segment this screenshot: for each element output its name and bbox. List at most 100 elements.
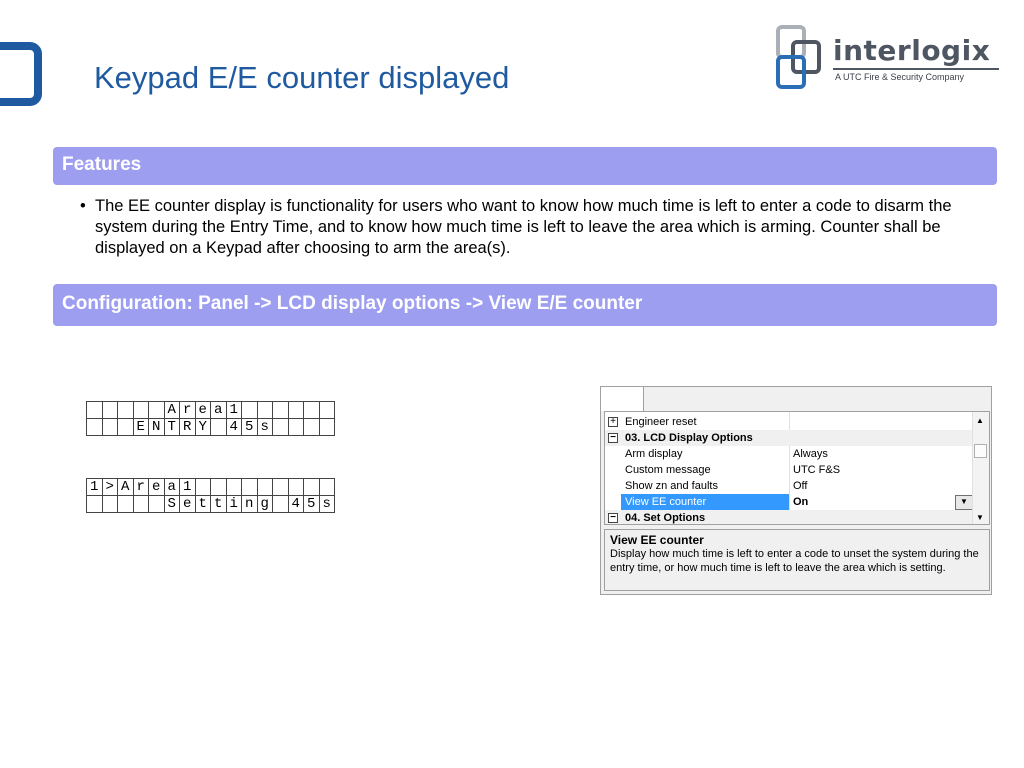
- lcd-cell: a: [210, 401, 227, 419]
- category-name: 04. Set Options: [625, 512, 706, 524]
- lcd-cell: [272, 495, 289, 513]
- lcd-row: 1 > Ar e a 1: [86, 478, 335, 496]
- chevron-down-icon[interactable]: ▼: [955, 495, 973, 510]
- lcd-cell: [194, 478, 211, 496]
- property-value[interactable]: UTC F&S: [793, 462, 840, 478]
- interlocking-squares-logo-icon: [776, 25, 821, 89]
- lcd-cell: >: [101, 478, 118, 496]
- vertical-scrollbar[interactable]: ▲ ▼: [972, 412, 989, 524]
- configuration-header: Configuration: Panel -> LCD display opti…: [53, 284, 997, 326]
- property-name: View EE counter: [621, 494, 789, 510]
- lcd-cell: e: [179, 495, 196, 513]
- property-row-custom-message[interactable]: Custom message UTC F&S: [605, 462, 975, 478]
- lcd-cell: [148, 401, 165, 419]
- lcd-cell: [86, 418, 103, 436]
- lcd-cell: T: [163, 418, 180, 436]
- property-row-engineer-reset[interactable]: + Engineer reset: [605, 414, 975, 430]
- property-category-set-options[interactable]: − 04. Set Options: [605, 510, 975, 524]
- lcd-cell: [117, 495, 134, 513]
- logo-tagline: A UTC Fire & Security Company: [835, 72, 965, 82]
- lcd-cell: [256, 478, 273, 496]
- features-header: Features: [53, 147, 997, 185]
- plus-box-icon[interactable]: +: [608, 417, 618, 427]
- lcd-cell: A: [117, 478, 134, 496]
- lcd-row: Area1: [86, 401, 335, 419]
- property-name: Show zn and faults: [625, 480, 718, 492]
- lcd-cell: s: [256, 418, 273, 436]
- logo-divider: [833, 68, 999, 70]
- lcd-cell: [101, 401, 118, 419]
- lcd-cell: [256, 401, 273, 419]
- lcd-cell: t: [210, 495, 227, 513]
- lcd-cell: [272, 418, 289, 436]
- lcd-cell: r: [179, 401, 196, 419]
- keypad-lcd-entry: Area1 ENTRY45s: [86, 401, 335, 436]
- property-grid: + Engineer reset − 03. LCD Display Optio…: [604, 411, 990, 525]
- property-row-arm-display[interactable]: Arm display Always: [605, 446, 975, 462]
- minus-box-icon[interactable]: −: [608, 433, 618, 443]
- property-value[interactable]: Always: [793, 446, 828, 462]
- lcd-cell: [132, 401, 149, 419]
- lcd-cell: [287, 478, 304, 496]
- lcd-cell: e: [194, 401, 211, 419]
- lcd-cell: [241, 478, 258, 496]
- lcd-cell: 5: [241, 418, 258, 436]
- lcd-cell: [303, 401, 320, 419]
- scrollbar-thumb[interactable]: [974, 444, 987, 458]
- property-grid-tab[interactable]: [600, 386, 644, 411]
- arrow-up-icon[interactable]: ▲: [976, 416, 984, 425]
- lcd-cell: E: [132, 418, 149, 436]
- property-name: Arm display: [625, 448, 683, 460]
- property-value-dropdown[interactable]: On: [793, 494, 808, 510]
- property-row-show-zn-and-faults[interactable]: Show zn and faults Off: [605, 478, 975, 494]
- lcd-cell: [303, 478, 320, 496]
- company-logo: interlogix A UTC Fire & Security Company: [775, 24, 1003, 92]
- slide-title: Keypad E/E counter displayed: [94, 60, 510, 95]
- lcd-cell: [287, 418, 304, 436]
- lcd-cell: 4: [225, 418, 242, 436]
- lcd-cell: 5: [303, 495, 320, 513]
- property-category-lcd-display-options[interactable]: − 03. LCD Display Options: [605, 430, 975, 446]
- logo-name: interlogix: [833, 34, 991, 67]
- lcd-cell: S: [163, 495, 180, 513]
- lcd-cell: g: [256, 495, 273, 513]
- lcd-cell: 1: [225, 401, 242, 419]
- property-value[interactable]: Off: [793, 478, 807, 494]
- help-text: Display how much time is left to enter a…: [610, 548, 979, 574]
- lcd-cell: [101, 495, 118, 513]
- lcd-cell: [117, 401, 134, 419]
- lcd-cell: 1: [179, 478, 196, 496]
- minus-box-icon[interactable]: −: [608, 513, 618, 523]
- property-row-view-ee-counter[interactable]: View EE counter On ▼: [605, 494, 975, 510]
- lcd-cell: [86, 401, 103, 419]
- lcd-cell: a: [163, 478, 180, 496]
- lcd-cell: R: [179, 418, 196, 436]
- features-bullet: • The EE counter display is functionalit…: [80, 196, 995, 259]
- lcd-cell: 1: [86, 478, 103, 496]
- lcd-cell: [117, 418, 134, 436]
- property-help-box: View EE counter Display how much time is…: [604, 529, 990, 591]
- lcd-cell: [225, 478, 242, 496]
- features-bullet-text: The EE counter display is functionality …: [95, 197, 952, 257]
- keypad-lcd-setting: 1 > Ar e a 1 Setting45s: [86, 478, 335, 513]
- property-grid-panel: + Engineer reset − 03. LCD Display Optio…: [600, 386, 992, 595]
- lcd-cell: [318, 478, 335, 496]
- lcd-cell: i: [225, 495, 242, 513]
- lcd-cell: 4: [287, 495, 304, 513]
- lcd-cell: t: [194, 495, 211, 513]
- lcd-cell: N: [148, 418, 165, 436]
- lcd-cell: A: [163, 401, 180, 419]
- lcd-cell: [148, 495, 165, 513]
- lcd-cell: [132, 495, 149, 513]
- lcd-cell: [287, 401, 304, 419]
- lcd-cell: [241, 401, 258, 419]
- lcd-cell: e: [148, 478, 165, 496]
- lcd-cell: [272, 478, 289, 496]
- lcd-cell: [210, 418, 227, 436]
- arrow-down-icon[interactable]: ▼: [976, 513, 984, 522]
- lcd-cell: [86, 495, 103, 513]
- lcd-row: ENTRY45s: [86, 418, 335, 436]
- bullet-dot: •: [80, 197, 86, 215]
- lcd-cell: r: [132, 478, 149, 496]
- lcd-row: Setting45s: [86, 495, 335, 513]
